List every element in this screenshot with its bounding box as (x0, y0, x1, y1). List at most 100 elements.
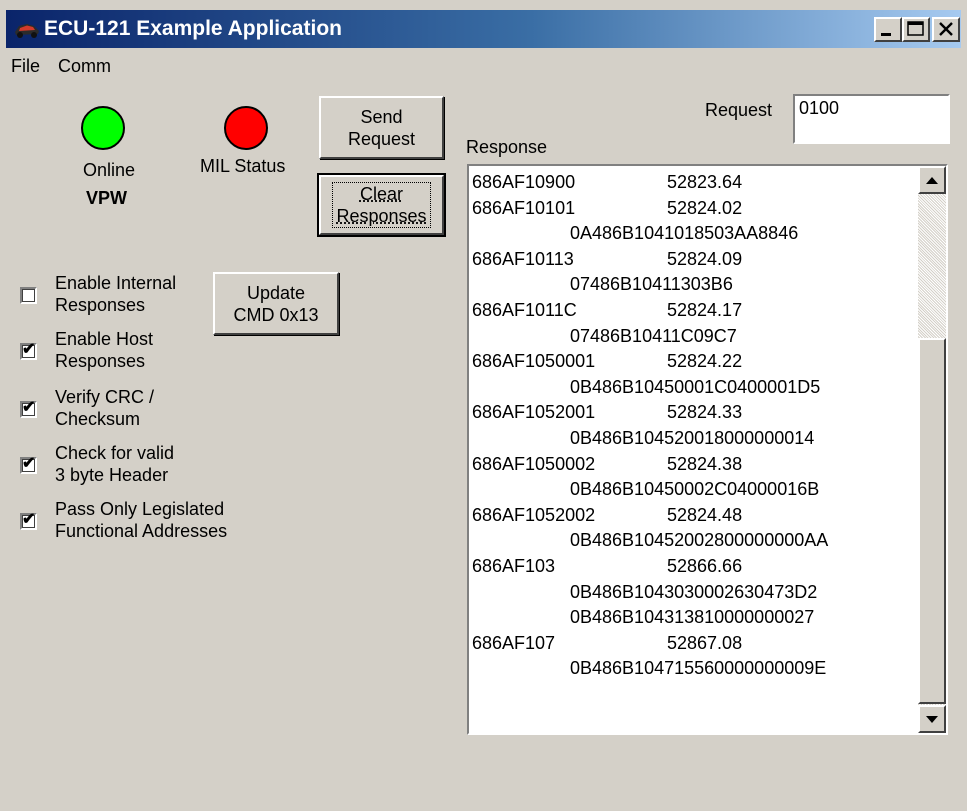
response-row[interactable]: 686AF10900 52823.64 (472, 170, 920, 196)
response-row[interactable]: 686AF1011C 52824.17 (472, 298, 920, 324)
mil-status-led (224, 106, 268, 150)
menu-file[interactable]: File (11, 56, 40, 77)
update-cmd-label-line1: Update (246, 282, 306, 303)
checkmark-icon: ✔ (22, 341, 36, 358)
option-label[interactable]: Check for valid 3 byte Header (55, 442, 174, 486)
scroll-thumb[interactable] (918, 338, 946, 704)
response-data-bytes: 0B486B10450002C04000016B (570, 479, 820, 500)
response-row[interactable]: 0B486B10450002C04000016B (472, 477, 920, 503)
response-row[interactable]: 686AF103 52866.66 (472, 554, 920, 580)
response-header-bytes: 686AF1052002 (472, 504, 596, 525)
online-label: Online (83, 160, 136, 180)
protocol-label: VPW (86, 188, 128, 208)
response-row[interactable]: 0B486B10450001C0400001D5 (472, 375, 920, 401)
request-input[interactable]: 0100 (793, 94, 950, 144)
response-timestamp: 52824.09 (667, 248, 743, 269)
close-icon (939, 22, 953, 36)
response-timestamp: 52824.38 (667, 453, 743, 474)
option-checkbox[interactable]: ✔ (20, 399, 37, 418)
response-header-bytes: 686AF10113 (472, 248, 574, 269)
response-data-bytes: 07486B10411303B6 (570, 274, 733, 295)
option-label-line: Check for valid (55, 443, 175, 463)
update-cmd-button[interactable]: Update CMD 0x13 (213, 272, 339, 335)
minimize-icon (881, 33, 891, 36)
response-row[interactable]: 686AF10101 52824.02 (472, 196, 920, 222)
title-bar[interactable]: ECU-121 Example Application (6, 10, 961, 48)
arrow-down-icon (926, 715, 938, 723)
option-label-line: 3 byte Header (55, 465, 169, 485)
send-request-label-line2: Request (347, 128, 416, 149)
response-row[interactable]: 686AF107 52867.08 (472, 631, 920, 657)
car-icon (15, 24, 39, 38)
minimize-button[interactable] (874, 17, 902, 42)
response-data-bytes: 0A486B1041018503AA8846 (570, 223, 799, 244)
response-timestamp: 52824.48 (667, 504, 743, 525)
response-data-bytes: 07486B10411C09C7 (570, 325, 737, 346)
vertical-scrollbar[interactable] (918, 166, 946, 733)
response-header-bytes: 686AF103 (472, 555, 556, 576)
maximize-icon (907, 21, 924, 36)
response-row[interactable]: 0A486B1041018503AA8846 (472, 221, 920, 247)
mil-status-label: MIL Status (200, 156, 286, 176)
response-timestamp: 52824.33 (667, 402, 743, 423)
option-label-line: Verify CRC / (55, 387, 155, 407)
response-list: 686AF10900 52823.64 686AF10101 52824.02 0A48… (472, 170, 920, 682)
response-header-bytes: 686AF1052001 (472, 402, 596, 423)
option-label[interactable]: Verify CRC / Checksum (55, 386, 154, 430)
response-label: Response (466, 137, 548, 157)
response-header-bytes: 686AF1011C (472, 299, 577, 320)
online-indicator-led (81, 106, 125, 150)
option-label[interactable]: Enable Host Responses (55, 328, 153, 372)
response-row[interactable]: 0B486B104313810000000027 (472, 605, 920, 631)
response-header-bytes: 686AF10900 (472, 172, 576, 192)
checkmark-icon: ✔ (22, 511, 36, 528)
response-timestamp: 52866.66 (667, 555, 743, 576)
response-row[interactable]: 686AF10113 52824.09 (472, 247, 920, 273)
response-row[interactable]: 0B486B104715560000000009E (472, 656, 920, 682)
response-timestamp: 52824.22 (667, 351, 743, 372)
response-header-bytes: 686AF10101 (472, 197, 576, 218)
option-label-line: Enable Internal (55, 273, 177, 293)
window-title: ECU-121 Example Application (44, 17, 342, 40)
response-row[interactable]: 07486B10411303B6 (472, 272, 920, 298)
checkmark-icon: ✔ (22, 399, 36, 416)
option-checkbox[interactable]: ✔ (20, 455, 37, 474)
send-request-label-line1: Send (360, 106, 403, 127)
response-row[interactable]: 0B486B1043030002630473D2 (472, 580, 920, 606)
response-data-bytes: 0B486B104715560000000009E (570, 658, 827, 679)
option-label-line: Checksum (55, 409, 141, 429)
scroll-up-button[interactable] (918, 166, 946, 194)
focus-rect: Clear Responses (332, 182, 431, 228)
response-row[interactable]: 686AF1052002 52824.48 (472, 503, 920, 529)
response-row[interactable]: 686AF1050002 52824.38 (472, 452, 920, 478)
app-window: ECU-121 Example Application File Comm On… (0, 0, 967, 811)
checkmark-icon: ✔ (22, 455, 36, 472)
option-checkbox[interactable]: ✔ (20, 341, 37, 360)
response-row[interactable]: 0B486B10452002800000000AA (472, 528, 920, 554)
response-row[interactable]: 07486B10411C09C7 (472, 324, 920, 350)
response-row[interactable]: 686AF1050001 52824.22 (472, 349, 920, 375)
response-header-bytes: 686AF1050001 (472, 351, 596, 372)
response-timestamp: 52824.02 (667, 197, 743, 218)
option-label-line: Pass Only Legislated (55, 499, 225, 519)
clear-responses-label-line2: Responses (336, 206, 427, 226)
option-checkbox[interactable] (20, 287, 37, 304)
response-timestamp: 52823.64 (667, 172, 743, 192)
option-label[interactable]: Enable Internal Responses (55, 272, 176, 316)
response-header-bytes: 686AF107 (472, 632, 556, 653)
send-request-button[interactable]: Send Request (319, 96, 444, 159)
option-label-line: Enable Host (55, 329, 154, 349)
response-header-bytes: 686AF1050002 (472, 453, 596, 474)
maximize-button[interactable] (902, 17, 930, 42)
response-data-bytes: 0B486B104520018000000014 (570, 427, 815, 448)
option-checkbox[interactable]: ✔ (20, 511, 37, 530)
response-row[interactable]: 0B486B104520018000000014 (472, 426, 920, 452)
scroll-down-button[interactable] (918, 705, 946, 733)
close-button[interactable] (932, 17, 960, 42)
menu-comm[interactable]: Comm (58, 56, 111, 77)
response-row[interactable]: 686AF1052001 52824.33 (472, 400, 920, 426)
option-label[interactable]: Pass Only Legislated Functional Addresses (55, 498, 227, 542)
clear-responses-label-line1: Clear (359, 184, 403, 204)
response-listbox[interactable]: 686AF10900 52823.64 686AF10101 52824.02 0A48… (467, 164, 948, 735)
clear-responses-button[interactable]: Clear Responses (317, 173, 446, 237)
